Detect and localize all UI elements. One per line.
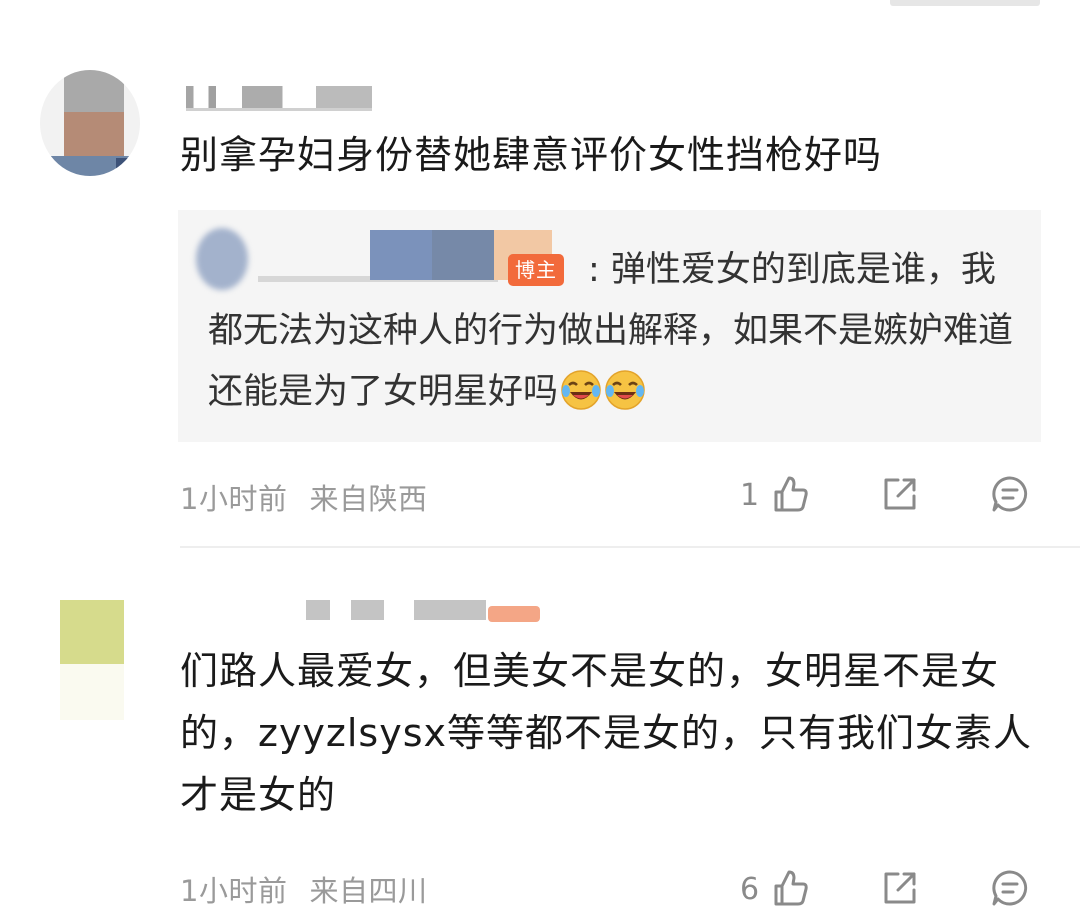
avatar-mosaic [116, 158, 140, 176]
username-redacted[interactable] [186, 86, 372, 111]
comment-bubble-icon[interactable] [988, 866, 1032, 910]
avatar[interactable] [40, 70, 140, 176]
top-edge-fragment [890, 0, 1040, 6]
comment-text: 们路人最爱女，但美女不是女的，女明星不是女的，zyyzlsysx等等都不是女的，… [180, 649, 1033, 817]
share-icon[interactable] [878, 866, 922, 910]
comment-actions: 1 [730, 472, 1050, 520]
avatar-mosaic [64, 112, 124, 156]
comment-time: 1小时前 [180, 874, 288, 908]
username-redacted[interactable] [186, 600, 486, 620]
thumbs-up-icon[interactable] [768, 866, 812, 910]
comment-actions: 6 [730, 866, 1050, 914]
comment-time: 1小时前 [180, 482, 288, 516]
like-count: 1 [740, 478, 760, 513]
comment-location: 来自四川 [309, 874, 428, 908]
laugh-cry-emoji-icon [561, 370, 601, 410]
divider [180, 546, 1080, 548]
avatar-fade [60, 664, 124, 720]
avatar-mosaic [64, 70, 124, 112]
comment-text: 别拿孕妇身份替她肆意评价女性挡枪好吗 [180, 133, 883, 177]
avatar[interactable] [60, 600, 124, 664]
reply-text: : 弹性爱女的到底是谁，我都无法为这种人的行为做出解释，如果不是嫉妒难道还能是为… [208, 240, 1018, 423]
comment-meta: 1小时前 来自四川 [180, 868, 449, 910]
reply-box[interactable]: 博主 : 弹性爱女的到底是谁，我都无法为这种人的行为做出解释，如果不是嫉妒难道还… [178, 210, 1041, 442]
comment-bubble-icon[interactable] [988, 472, 1032, 516]
thumbs-up-icon[interactable] [768, 472, 812, 516]
laugh-cry-emoji-icon [605, 370, 645, 410]
comment-location: 来自陕西 [309, 482, 428, 516]
share-icon[interactable] [878, 472, 922, 516]
like-count: 6 [740, 872, 760, 907]
user-badge [488, 606, 540, 622]
comment-meta: 1小时前 来自陕西 [180, 476, 449, 518]
